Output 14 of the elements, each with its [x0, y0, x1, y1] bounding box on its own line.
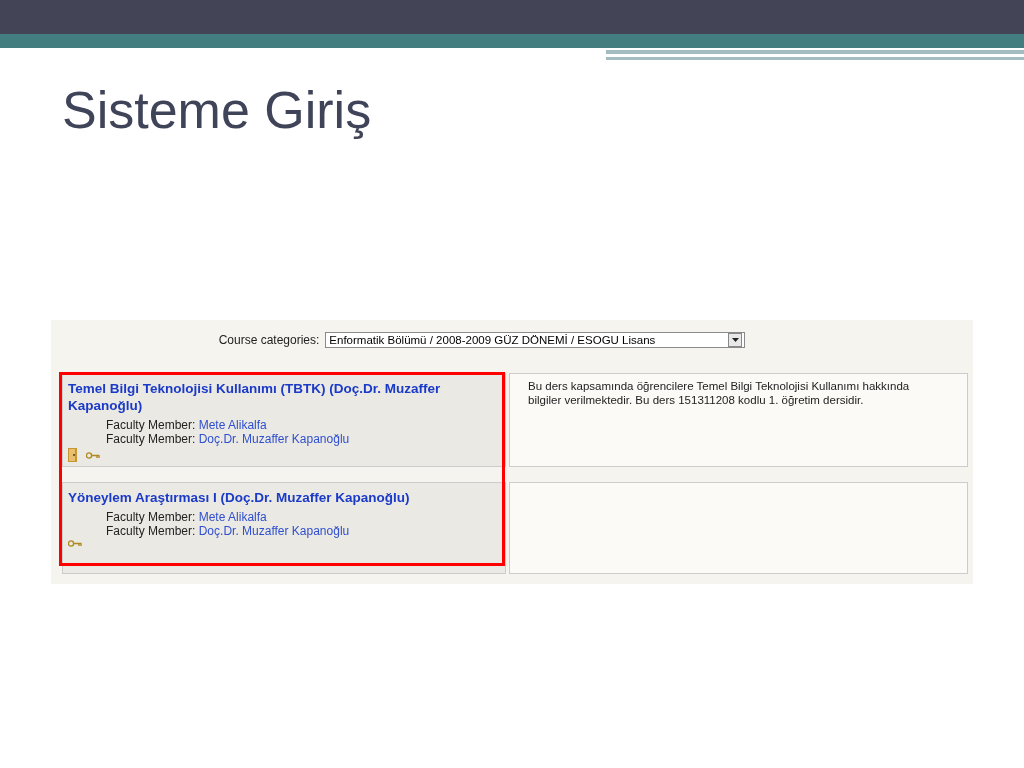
course-link[interactable]: Temel Bilgi Teknolojisi Kullanımı (TBTK) (Doç.Dr. Muzaffer Kapanoğlu)	[68, 380, 501, 414]
faculty-member-text: Faculty Member: Doç.Dr. Muzaffer Kapanoğlu	[106, 524, 351, 538]
faculty-member-text: Faculty Member: Doç.Dr. Muzaffer Kapanoğlu	[106, 432, 351, 446]
teacher-link[interactable]: Doç.Dr. Muzaffer Kapanoğlu	[198, 524, 350, 538]
teacher-link[interactable]: Mete Alikalfa	[198, 418, 267, 432]
teacher-link[interactable]: Mete Alikalfa	[198, 510, 267, 524]
course-link[interactable]: Yöneylem Araştırması I (Doç.Dr. Muzaffer Kapanoğlu)	[68, 489, 410, 506]
category-dropdown[interactable]: Enformatik Bölümü / 2008-2009 GÜZ DÖNEMİ / ESOGU Lisans	[325, 332, 746, 348]
teacher-link[interactable]: Doç.Dr. Muzaffer Kapanoğlu	[198, 432, 350, 446]
slide-title: Sisteme Giriş	[62, 82, 372, 140]
faculty-member-text: Faculty Member: Mete Alikalfa	[106, 418, 268, 432]
field-label: Course categories:	[218, 333, 320, 347]
faculty-member-text: Faculty Member: Mete Alikalfa	[106, 510, 268, 524]
course-description: Bu ders kapsamında öğrencilere Temel Bilgi Teknolojisi Kullanımı hakkında bilgiler verilmektedir. Bu ders 151311208 kodlu 1. öğretim dersidir.	[528, 379, 911, 407]
